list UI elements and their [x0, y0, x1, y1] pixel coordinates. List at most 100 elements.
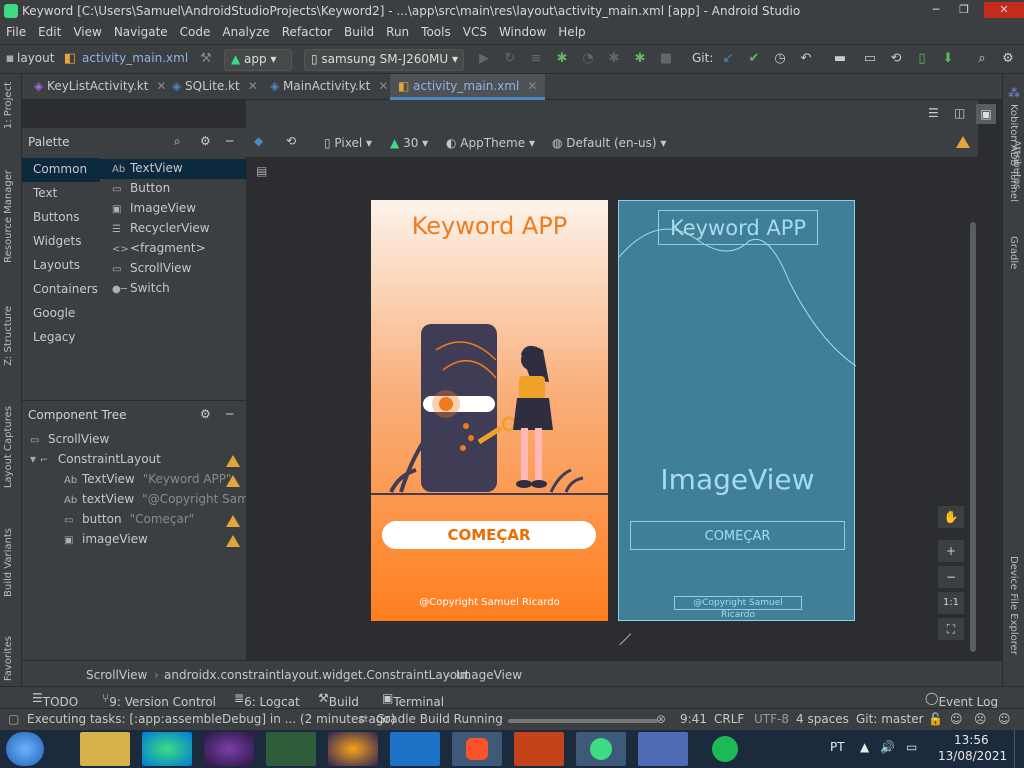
profile-icon[interactable]: ◔: [580, 51, 596, 67]
warning-icon[interactable]: [956, 136, 970, 148]
indent-setting[interactable]: 4 spaces: [796, 712, 849, 726]
menu-build[interactable]: Build: [338, 22, 380, 39]
tree-node-scrollview[interactable]: ▭ ScrollView: [30, 432, 109, 452]
menu-edit[interactable]: Edit: [32, 22, 67, 39]
git-commit-icon[interactable]: ✔: [746, 51, 762, 67]
tool-todo[interactable]: ☰ TODO: [32, 691, 78, 709]
sublime-icon[interactable]: [514, 732, 564, 766]
palette-category-text[interactable]: Text: [22, 182, 100, 206]
run-icon[interactable]: ▶: [476, 51, 492, 67]
tool-gradle[interactable]: Gradle: [1008, 236, 1019, 269]
tab-keylistactivity[interactable]: ◈ KeyListActivity.kt ✕: [26, 74, 174, 100]
breadcrumb-imageview[interactable]: ImageView: [456, 668, 522, 682]
breadcrumb-constraintlayout[interactable]: androidx.constraintlayout.widget.Constra…: [164, 668, 469, 682]
palette-category-layouts[interactable]: Layouts: [22, 254, 100, 278]
blueprint-imageview[interactable]: ImageView: [619, 463, 856, 496]
menu-run[interactable]: Run: [380, 22, 415, 39]
debug-icon[interactable]: ✱: [554, 51, 570, 67]
tool-terminal[interactable]: ▣ Terminal: [382, 691, 444, 709]
palette-item-switch[interactable]: ●─ Switch: [100, 279, 246, 299]
tool-event-log[interactable]: ◯ Event Log: [925, 691, 998, 709]
file-encoding[interactable]: UTF-8: [754, 712, 789, 726]
device-selector[interactable]: ▯ samsung SM-J260MU ▾: [304, 49, 464, 71]
attach-debugger-icon[interactable]: ✱: [606, 51, 622, 67]
locale-selector[interactable]: ◍ Default (en-us) ▾: [552, 136, 666, 150]
tool-logcat[interactable]: ≣ 6: Logcat: [234, 691, 300, 709]
warning-icon[interactable]: [226, 455, 240, 467]
tool-structure[interactable]: Z: Structure: [3, 306, 14, 366]
face-icon[interactable]: ☺: [998, 712, 1011, 726]
tree-node-imageview[interactable]: ▣ imageView: [64, 532, 148, 552]
show-desktop-button[interactable]: [1014, 730, 1024, 768]
volume-icon[interactable]: 🔊: [880, 740, 895, 754]
search-icon[interactable]: ⌕: [174, 134, 181, 149]
design-view-icon[interactable]: ▣: [976, 104, 996, 124]
menu-window[interactable]: Window: [493, 22, 552, 39]
warning-icon[interactable]: [226, 515, 240, 527]
warning-icon[interactable]: [226, 535, 240, 547]
status-message[interactable]: Executing tasks: [:app:assembleDebug] in…: [27, 712, 395, 726]
hide-panel-icon[interactable]: ─: [226, 407, 233, 421]
start-button[interactable]: [6, 732, 44, 766]
spotify-icon[interactable]: [700, 732, 750, 766]
search-icon[interactable]: ⌕: [974, 51, 990, 67]
hide-panel-icon[interactable]: ─: [226, 134, 233, 148]
virtualbox-icon[interactable]: [638, 732, 688, 766]
tool-layout-captures[interactable]: Layout Captures: [3, 406, 14, 488]
close-tab-icon[interactable]: ✕: [248, 79, 258, 93]
minimize-button[interactable]: ─: [924, 2, 948, 18]
clock-date[interactable]: 13/08/2021: [938, 749, 1007, 763]
menu-view[interactable]: View: [67, 22, 107, 39]
tree-node-textview-copyright[interactable]: Ab textView "@Copyright Sam...: [64, 492, 260, 512]
zoom-in-button[interactable]: +: [938, 540, 964, 562]
close-tab-icon[interactable]: ✕: [527, 79, 537, 93]
lock-icon[interactable]: 🔓: [928, 712, 943, 726]
close-tab-icon[interactable]: ✕: [378, 79, 388, 93]
tab-mainactivity[interactable]: ◈ MainActivity.kt ✕: [262, 74, 396, 100]
tab-sqlite[interactable]: ◈ SQLite.kt ✕: [164, 74, 266, 100]
menu-code[interactable]: Code: [174, 22, 217, 39]
git-branch[interactable]: Git: master: [856, 712, 924, 726]
palette-item-textview[interactable]: Ab TextView: [100, 159, 246, 179]
face-icon[interactable]: ☺: [950, 712, 963, 726]
preview-start-button[interactable]: COMEÇAR: [382, 521, 596, 549]
tool-version-control[interactable]: ⑂ 9: Version Control: [102, 691, 216, 709]
menu-refactor[interactable]: Refactor: [276, 22, 338, 39]
breadcrumb-layout[interactable]: layout: [17, 51, 54, 65]
eclipse-icon[interactable]: [328, 732, 378, 766]
zoom-actual-size-button[interactable]: 1:1: [938, 592, 964, 614]
terminal-app-icon[interactable]: [266, 732, 316, 766]
tree-node-constraintlayout[interactable]: ▾ ⌐ ConstraintLayout: [30, 452, 161, 472]
palette-item-button[interactable]: ▭ Button: [100, 179, 246, 199]
menu-navigate[interactable]: Navigate: [108, 22, 174, 39]
attach-icon[interactable]: ✱: [632, 51, 648, 67]
device-manager-icon[interactable]: ▯: [914, 51, 930, 67]
edge-icon[interactable]: [142, 732, 192, 766]
blueprint-button[interactable]: COMEÇAR: [630, 521, 845, 550]
blueprint-title[interactable]: Keyword APP: [658, 210, 818, 245]
app-icon[interactable]: [204, 732, 254, 766]
palette-item-scrollview[interactable]: ▭ ScrollView: [100, 259, 246, 279]
palette-category-google[interactable]: Google: [22, 302, 100, 326]
tab-activity-main[interactable]: ◧ activity_main.xml ✕: [390, 74, 546, 100]
tray-expand-icon[interactable]: ▲: [860, 740, 869, 754]
tool-attributes[interactable]: Attributes: [1011, 140, 1022, 189]
warning-icon[interactable]: [226, 475, 240, 487]
caret-position[interactable]: 9:41: [680, 712, 707, 726]
tree-node-textview[interactable]: Ab TextView "Keyword APP": [64, 472, 232, 492]
sdk-manager-icon[interactable]: ⬇: [940, 51, 956, 67]
expand-arrow-icon[interactable]: ▾: [30, 452, 40, 466]
cancel-task-icon[interactable]: ⊗: [656, 712, 666, 726]
sad-face-icon[interactable]: ☹: [974, 712, 987, 726]
rollback-icon[interactable]: ↶: [798, 51, 814, 67]
module-selector[interactable]: ▲ app ▾: [224, 49, 292, 71]
stop-icon[interactable]: ■: [658, 51, 674, 67]
palette-category-common[interactable]: Common: [22, 158, 100, 182]
git-update-icon[interactable]: ↙: [720, 51, 736, 67]
apply-changes-icon[interactable]: ≡: [528, 51, 544, 67]
history-icon[interactable]: ◷: [772, 51, 788, 67]
palette-category-buttons[interactable]: Buttons: [22, 206, 100, 230]
zoom-fit-icon[interactable]: ⛶: [938, 618, 964, 640]
network-icon[interactable]: ▭: [906, 740, 917, 754]
palette-category-legacy[interactable]: Legacy: [22, 326, 100, 350]
